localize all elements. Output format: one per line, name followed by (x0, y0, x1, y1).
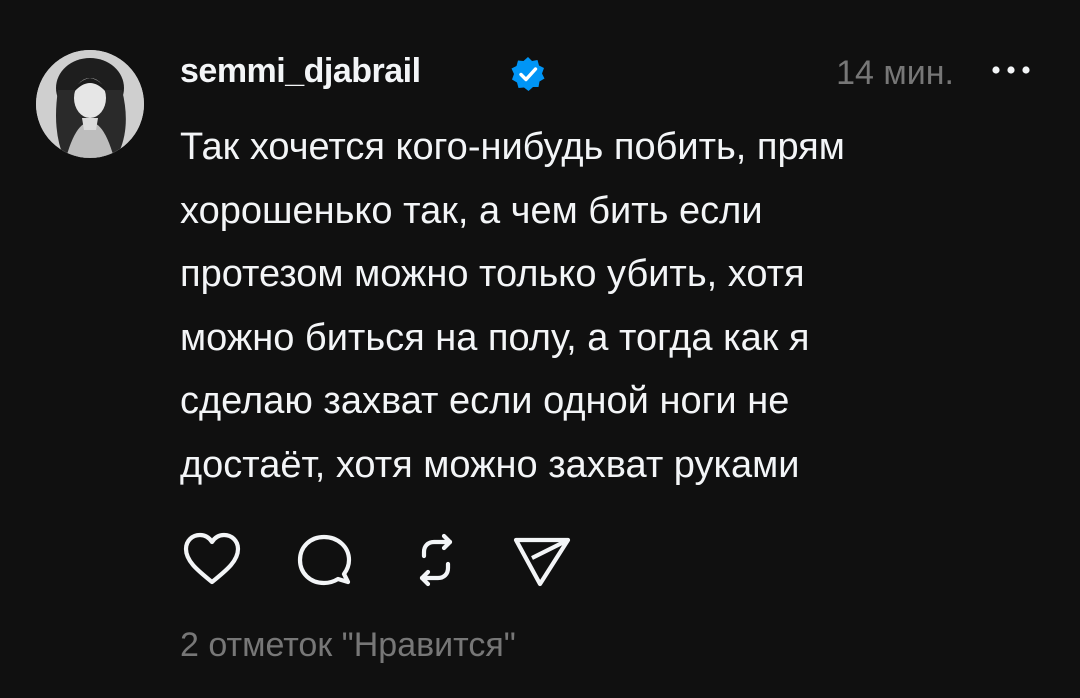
verified-badge-icon (510, 56, 546, 92)
post-header: semmi_djabrail 14 мин. (180, 50, 1040, 98)
comment-icon (297, 534, 352, 586)
comment-button[interactable] (292, 528, 356, 592)
repost-icon (419, 533, 453, 587)
username[interactable]: semmi_djabrail (180, 52, 421, 91)
likes-count[interactable]: 2 отметок "Нравится" (180, 626, 516, 665)
timestamp: 14 мин. (836, 54, 954, 92)
like-button[interactable] (180, 528, 244, 592)
share-button[interactable] (510, 528, 574, 592)
repost-button[interactable] (404, 528, 468, 592)
more-options-icon[interactable] (988, 60, 1034, 80)
post-text: Так хочется кого-нибудь побить, прям хор… (180, 126, 845, 486)
avatar[interactable] (36, 50, 144, 158)
profile-photo (36, 50, 144, 158)
send-icon (513, 537, 571, 587)
action-bar (180, 528, 600, 592)
thread-post: semmi_djabrail 14 мин. Так хочется кого-… (0, 0, 1080, 698)
heart-icon (183, 532, 241, 585)
